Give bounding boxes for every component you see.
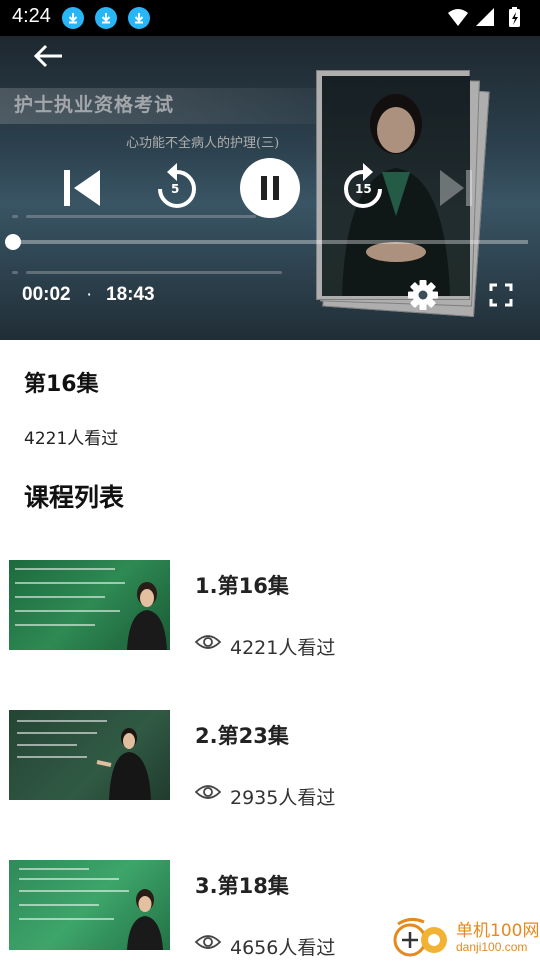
list-item[interactable]: 1.第16集 4221人看过 [0,560,540,659]
forward-button[interactable]: 15 [338,160,388,214]
course-list-title: 课程列表 [24,483,125,512]
download-notification-icon [128,7,150,29]
seek-thumb[interactable] [4,234,21,250]
back-button[interactable] [28,40,72,72]
course-views: 2935人看过 [230,787,336,809]
status-time: 4:24 [12,5,51,27]
list-item[interactable]: 2.第23集 2935人看过 [0,710,540,809]
watermark-url: danji100.com [456,940,528,954]
video-player[interactable]: 护士执业资格考试 心功能不全病人的护理(三) 5 15 00:02 · 18:4… [0,36,540,340]
eye-icon [194,635,222,649]
rewind-seconds: 5 [171,182,180,196]
course-label: 2.第23集 [195,724,289,748]
course-views: 4656人看过 [230,937,336,959]
watermark: 单机100网 danji100.com [390,916,540,960]
previous-button[interactable] [58,166,104,210]
rewind-button[interactable]: 5 [152,160,202,214]
download-notification-icon [62,7,84,29]
arrow-left-icon [33,44,62,68]
watermark-name: 单机100网 [456,921,540,941]
course-thumbnail [9,560,170,650]
forward-seconds: 15 [355,182,372,196]
total-time: 18:43 [106,284,155,305]
pause-icon [261,176,279,200]
course-thumbnail [9,710,170,800]
course-label: 1.第16集 [195,574,289,598]
status-indicators [448,7,520,27]
watermark-logo-icon [393,917,447,957]
current-time: 00:02 [22,284,71,305]
next-button[interactable] [436,166,476,210]
eye-icon [194,785,222,799]
skip-previous-icon [64,170,100,206]
skip-next-icon [440,170,472,206]
time-separator: · [86,284,93,305]
course-thumbnail [9,860,170,950]
settings-button[interactable] [406,278,440,312]
pause-button[interactable] [240,158,300,218]
seek-bar[interactable] [12,240,528,244]
episode-title: 第16集 [24,372,99,397]
wifi-icon [448,9,468,26]
fullscreen-button[interactable] [486,280,516,310]
course-label: 3.第18集 [195,874,289,898]
download-notification-icon [95,7,117,29]
fullscreen-icon [489,283,513,307]
course-views: 4221人看过 [230,637,336,659]
status-bar: 4:24 [0,0,540,36]
signal-icon [476,8,494,26]
gear-icon [408,280,438,310]
episode-views: 4221人看过 [24,429,119,449]
eye-icon [194,935,222,949]
